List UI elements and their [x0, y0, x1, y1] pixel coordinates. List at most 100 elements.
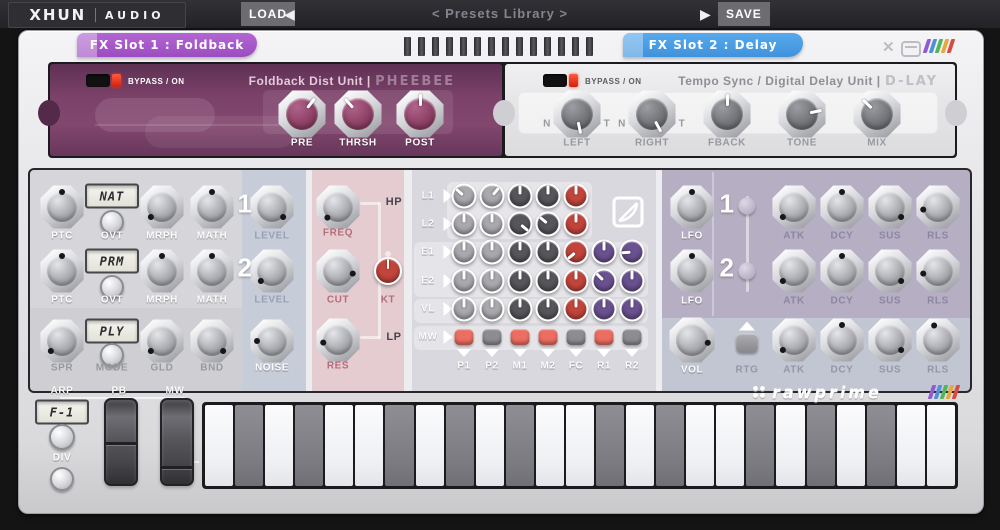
- osc-knob-ptc[interactable]: [40, 249, 84, 293]
- osc-knob-ptc[interactable]: [40, 185, 84, 229]
- matrix-knob-l1-4[interactable]: [536, 184, 561, 209]
- fx2-knob-fback[interactable]: [703, 90, 751, 138]
- matrix-knob-e1-6[interactable]: [592, 240, 617, 265]
- keyboard-key-23[interactable]: [867, 405, 895, 486]
- arp-on-button[interactable]: [49, 424, 75, 450]
- keyboard-key-14[interactable]: [596, 405, 624, 486]
- keyboard-key-20[interactable]: [776, 405, 804, 486]
- matrix-knob-e1-7[interactable]: [620, 240, 645, 265]
- fx2-bypass-led[interactable]: [569, 74, 578, 87]
- osc-knob-mrph[interactable]: [140, 249, 184, 293]
- arp-div-display[interactable]: F-1: [35, 400, 89, 425]
- keyboard-key-18[interactable]: [716, 405, 744, 486]
- matrix-knob-l2-3[interactable]: [508, 212, 533, 237]
- env1-knob-rls[interactable]: [916, 185, 960, 229]
- lfo2-slider-thumb[interactable]: [739, 263, 756, 280]
- matrix-knob-l1-2[interactable]: [480, 184, 505, 209]
- env1-knob-dcy[interactable]: [820, 185, 864, 229]
- osc-knob-bnd[interactable]: [190, 319, 234, 363]
- matrix-knob-l2-4[interactable]: [536, 212, 561, 237]
- matrix-knob-e1-1[interactable]: [452, 240, 477, 265]
- env1-knob-atk[interactable]: [772, 185, 816, 229]
- matrix-knob-e2-4[interactable]: [536, 269, 561, 294]
- matrix-knob-vl-1[interactable]: [452, 297, 477, 322]
- fx1-knob-post[interactable]: [396, 90, 444, 138]
- matrix-knob-l1-5[interactable]: [564, 184, 589, 209]
- osc-knob-math[interactable]: [190, 249, 234, 293]
- keyboard-key-12[interactable]: [536, 405, 564, 486]
- keyboard-key-8[interactable]: [416, 405, 444, 486]
- matrix-knob-vl-2[interactable]: [480, 297, 505, 322]
- keyboard-key-22[interactable]: [837, 405, 865, 486]
- keyboard-key-6[interactable]: [355, 405, 383, 486]
- stack-icon[interactable]: [901, 41, 921, 57]
- vol-knob[interactable]: [669, 317, 715, 363]
- mw-button-3[interactable]: [511, 329, 530, 345]
- keyboard-key-15[interactable]: [626, 405, 654, 486]
- level-knob[interactable]: [250, 185, 294, 229]
- keyboard-key-19[interactable]: [746, 405, 774, 486]
- fx2-knob-tone[interactable]: [778, 90, 826, 138]
- env2-knob-dcy[interactable]: [820, 249, 864, 293]
- keyboard-key-4[interactable]: [295, 405, 323, 486]
- rtg-button[interactable]: [736, 334, 758, 353]
- presets-library-selector[interactable]: < Presets Library >: [0, 6, 1000, 21]
- env2-knob-atk[interactable]: [772, 249, 816, 293]
- matrix-knob-e2-5[interactable]: [564, 269, 589, 294]
- matrix-knob-vl-6[interactable]: [592, 297, 617, 322]
- matrix-knob-e2-3[interactable]: [508, 269, 533, 294]
- keyboard-key-10[interactable]: [476, 405, 504, 486]
- osc-knob-gld[interactable]: [140, 319, 184, 363]
- keyboard-key-7[interactable]: [385, 405, 413, 486]
- matrix-knob-l2-5[interactable]: [564, 212, 589, 237]
- matrix-knob-e2-6[interactable]: [592, 269, 617, 294]
- osc-knob-spr[interactable]: [40, 319, 84, 363]
- keyboard-key-9[interactable]: [446, 405, 474, 486]
- level-knob[interactable]: [250, 249, 294, 293]
- mw-button-7[interactable]: [623, 329, 642, 345]
- fx1-knob-pre[interactable]: [278, 90, 326, 138]
- mw-button-1[interactable]: [455, 329, 474, 345]
- mw-button-4[interactable]: [539, 329, 558, 345]
- save-button[interactable]: SAVE: [718, 2, 770, 26]
- fx1-bypass-led[interactable]: [112, 74, 121, 87]
- next-preset-icon[interactable]: ▶: [700, 5, 711, 23]
- env1-knob-sus[interactable]: [868, 185, 912, 229]
- mw-button-6[interactable]: [595, 329, 614, 345]
- osc-display-ovt[interactable]: PRM: [85, 249, 139, 274]
- keyboard-key-2[interactable]: [235, 405, 263, 486]
- matrix-knob-e1-3[interactable]: [508, 240, 533, 265]
- keyboard-key-25[interactable]: [927, 405, 955, 486]
- matrix-knob-vl-5[interactable]: [564, 297, 589, 322]
- matrix-knob-l1-3[interactable]: [508, 184, 533, 209]
- env2-knob-rls[interactable]: [916, 249, 960, 293]
- filter-knob-cut[interactable]: [316, 249, 360, 293]
- lfo-curve-icon[interactable]: [612, 196, 644, 228]
- mod-wheel[interactable]: [160, 398, 194, 486]
- pitch-bend-wheel[interactable]: [104, 398, 138, 486]
- kt-knob[interactable]: [374, 257, 402, 285]
- keyboard-key-16[interactable]: [656, 405, 684, 486]
- tab-fx-slot-1[interactable]: FX Slot 1 : Foldback: [77, 33, 257, 57]
- osc-knob-math[interactable]: [190, 185, 234, 229]
- lfo1-slider-thumb[interactable]: [739, 198, 756, 215]
- fx2-knob-mix[interactable]: [853, 90, 901, 138]
- div-button[interactable]: [50, 467, 74, 491]
- fx2-knob-right[interactable]: [628, 90, 676, 138]
- amp-env-knob-dcy[interactable]: [820, 318, 864, 362]
- amp-env-knob-atk[interactable]: [772, 318, 816, 362]
- fx2-knob-left[interactable]: [553, 90, 601, 138]
- fx1-bypass-led-base[interactable]: [86, 74, 110, 87]
- keyboard-key-17[interactable]: [686, 405, 714, 486]
- keyboard-key-13[interactable]: [566, 405, 594, 486]
- matrix-knob-e1-5[interactable]: [564, 240, 589, 265]
- filter-knob-freq[interactable]: [316, 185, 360, 229]
- keyboard-key-3[interactable]: [265, 405, 293, 486]
- filter-knob-res[interactable]: [316, 318, 360, 362]
- osc-knob-mrph[interactable]: [140, 185, 184, 229]
- keyboard-key-5[interactable]: [325, 405, 353, 486]
- matrix-knob-vl-3[interactable]: [508, 297, 533, 322]
- keyboard-key-11[interactable]: [506, 405, 534, 486]
- matrix-knob-e2-7[interactable]: [620, 269, 645, 294]
- env2-knob-sus[interactable]: [868, 249, 912, 293]
